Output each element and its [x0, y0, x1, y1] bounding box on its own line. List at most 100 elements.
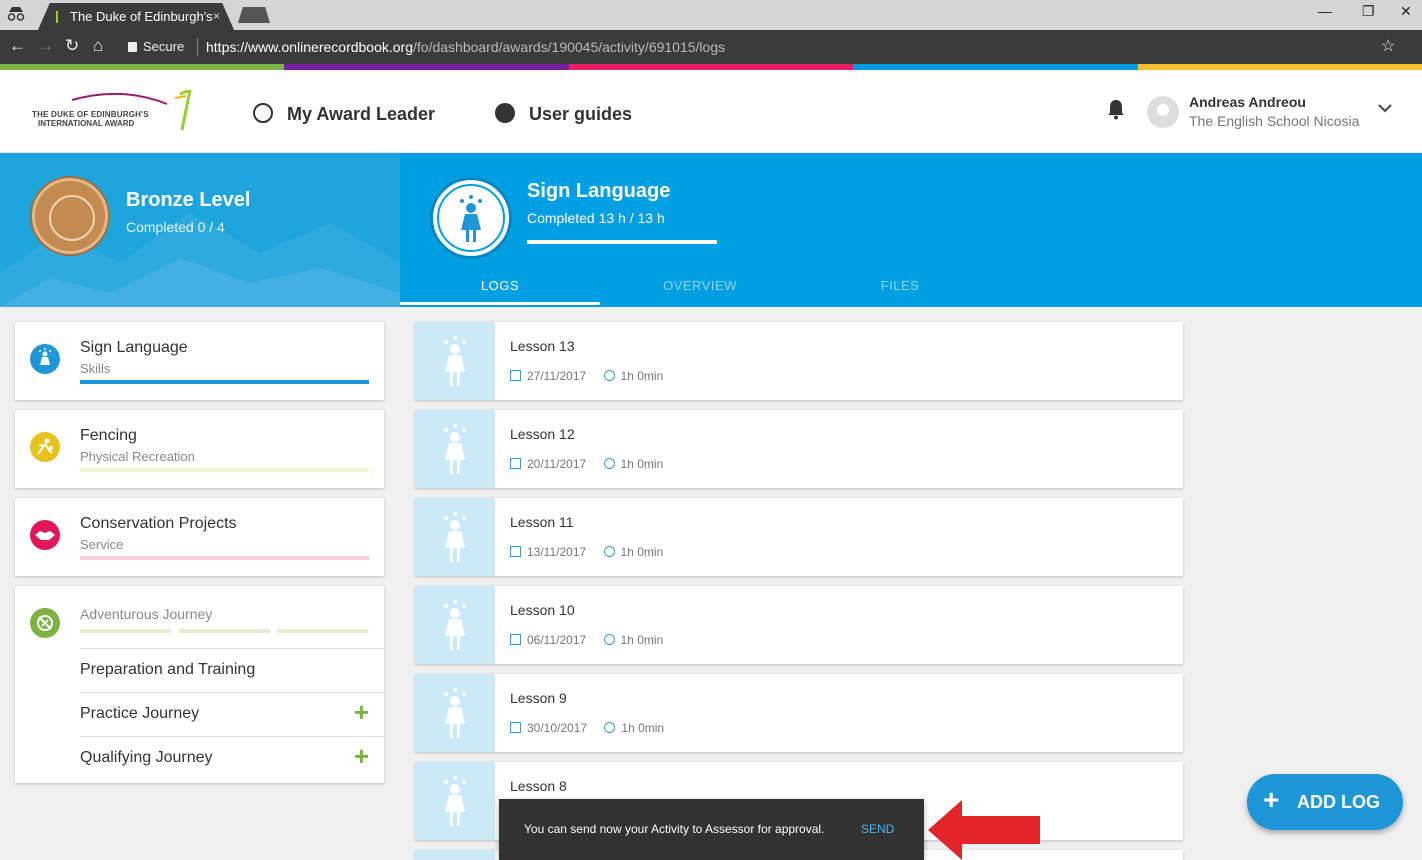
close-window-button[interactable]: ✕	[1400, 3, 1412, 20]
log-thumbnail	[415, 586, 495, 664]
browser-tab[interactable]: The Duke of Edinburgh's ×	[38, 3, 234, 30]
sidebar-item-fencing[interactable]: Fencing Physical Recreation	[15, 410, 384, 488]
browser-toolbar: ← → ↻ ⌂ Secure https://www.onlinerecordb…	[0, 30, 1422, 64]
tab-logs[interactable]: LOGS	[400, 278, 600, 293]
award-logo[interactable]: THE DUKE OF EDINBURGH'S INTERNATIONAL AW…	[32, 90, 202, 132]
user-guides-label: User guides	[529, 104, 633, 124]
sign-language-figure-icon	[444, 776, 466, 826]
snackbar-message: You can send now your Activity to Assess…	[524, 822, 825, 836]
log-duration: 1h 0min	[620, 633, 664, 647]
activity-progress-bar	[527, 240, 717, 244]
activity-badge	[430, 177, 512, 259]
category-name: Conservation Projects	[80, 515, 237, 532]
log-duration: 1h 0min	[620, 545, 664, 559]
clock-icon	[603, 458, 615, 469]
bookmark-star-icon[interactable]: ☆	[1381, 36, 1395, 56]
add-practice-journey-plus-icon[interactable]: +	[354, 697, 369, 728]
log-title: Lesson 9	[510, 690, 567, 706]
level-title: Bronze Level	[126, 189, 251, 211]
journey-item-label: Qualifying Journey	[80, 749, 213, 766]
preparation-and-training-item[interactable]: Preparation and Training	[80, 648, 384, 692]
add-log-button[interactable]: + ADD LOG	[1247, 774, 1403, 830]
minimize-button[interactable]: —	[1318, 3, 1332, 19]
lock-icon	[128, 42, 137, 52]
info-icon	[495, 103, 515, 123]
sign-language-figure-icon	[444, 336, 466, 386]
tab-files[interactable]: FILES	[800, 278, 1000, 293]
tab-title: The Duke of Edinburgh's	[70, 9, 213, 24]
smiley-face-icon	[253, 103, 273, 123]
new-tab-button[interactable]	[238, 7, 270, 23]
send-button[interactable]: SEND	[861, 822, 894, 836]
sign-language-figure-icon	[460, 195, 482, 242]
user-guides-link[interactable]: User guides	[495, 100, 632, 125]
level-panel: Bronze Level Completed 0 / 4	[0, 153, 400, 307]
tab-close-icon[interactable]: ×	[213, 9, 220, 23]
sign-language-figure-icon	[444, 512, 466, 562]
sign-language-figure-icon	[444, 424, 466, 474]
practice-journey-item[interactable]: Practice Journey +	[80, 692, 384, 736]
log-item[interactable]: Lesson 13 27/11/2017 1h 0min	[415, 322, 1183, 400]
log-thumbnail	[415, 410, 495, 488]
clock-icon	[603, 370, 615, 381]
calendar-icon	[510, 722, 521, 733]
log-title: Lesson 13	[510, 338, 575, 354]
notifications-bell-icon[interactable]	[1106, 98, 1126, 120]
forward-button[interactable]: →	[37, 36, 54, 56]
log-date: 06/11/2017	[527, 633, 587, 647]
clock-icon	[603, 634, 615, 645]
reload-button[interactable]: ↻	[65, 36, 79, 56]
activity-subtitle: Completed 13 h / 13 h	[527, 210, 665, 226]
log-thumbnail	[415, 322, 495, 400]
tab-overview[interactable]: OVERVIEW	[600, 278, 800, 293]
log-item[interactable]: Lesson 12 20/11/2017 1h 0min	[415, 410, 1183, 488]
adventurous-journey-label: Adventurous Journey	[80, 606, 213, 622]
activity-badge-inner	[437, 184, 505, 252]
red-arrow-icon	[928, 800, 1040, 860]
secure-indicator[interactable]: Secure	[128, 39, 184, 54]
my-award-leader-link[interactable]: My Award Leader	[253, 100, 435, 125]
avatar[interactable]	[1147, 96, 1179, 128]
maximize-button[interactable]: ❐	[1362, 3, 1375, 20]
activity-title: Sign Language	[527, 180, 671, 202]
calendar-icon	[510, 634, 521, 645]
home-button[interactable]: ⌂	[93, 36, 103, 56]
log-duration: 1h 0min	[621, 721, 665, 735]
sidebar-item-sign-language[interactable]: Sign Language Skills	[15, 322, 384, 400]
snackbar: You can send now your Activity to Assess…	[499, 799, 924, 860]
chevron-down-icon[interactable]	[1378, 100, 1392, 116]
user-name[interactable]: Andreas Andreou	[1189, 94, 1306, 110]
log-date: 27/11/2017	[527, 369, 587, 383]
browser-tab-bar: The Duke of Edinburgh's × — ❐ ✕	[0, 0, 1422, 30]
log-thumbnail	[415, 850, 495, 860]
log-item[interactable]: Lesson 9 30/10/2017 1h 0min	[415, 674, 1183, 752]
level-subtitle: Completed 0 / 4	[126, 219, 225, 235]
log-item[interactable]: Lesson 11 13/11/2017 1h 0min	[415, 498, 1183, 576]
clock-icon	[604, 722, 616, 733]
sidebar-item-conservation-projects[interactable]: Conservation Projects Service	[15, 498, 384, 576]
calendar-icon	[510, 546, 521, 557]
logo-line-2: INTERNATIONAL AWARD	[38, 119, 135, 128]
add-qualifying-journey-plus-icon[interactable]: +	[354, 741, 369, 772]
address-bar[interactable]: https://www.onlinerecordbook.org/fo/dash…	[206, 39, 725, 55]
log-meta: 30/10/2017 1h 0min	[510, 721, 664, 735]
back-button[interactable]: ←	[9, 36, 26, 56]
log-date: 20/11/2017	[527, 457, 587, 471]
incognito-icon	[6, 6, 26, 22]
add-log-label: ADD LOG	[1297, 792, 1380, 812]
adventurous-journey-icon	[30, 608, 60, 638]
qualifying-journey-item[interactable]: Qualifying Journey +	[80, 736, 384, 780]
my-award-leader-label: My Award Leader	[287, 104, 436, 124]
log-thumbnail	[415, 498, 495, 576]
service-handshake-icon	[30, 520, 60, 550]
log-item[interactable]: Lesson 10 06/11/2017 1h 0min	[415, 586, 1183, 664]
sign-language-figure-icon	[444, 600, 466, 650]
log-title: Lesson 12	[510, 426, 575, 442]
category-name: Sign Language	[80, 339, 188, 356]
category-type: Physical Recreation	[80, 449, 195, 464]
physical-recreation-icon	[30, 432, 60, 462]
log-meta: 20/11/2017 1h 0min	[510, 457, 663, 471]
log-title: Lesson 10	[510, 602, 575, 618]
url-separator	[197, 38, 198, 56]
log-title: Lesson 8	[510, 778, 567, 794]
